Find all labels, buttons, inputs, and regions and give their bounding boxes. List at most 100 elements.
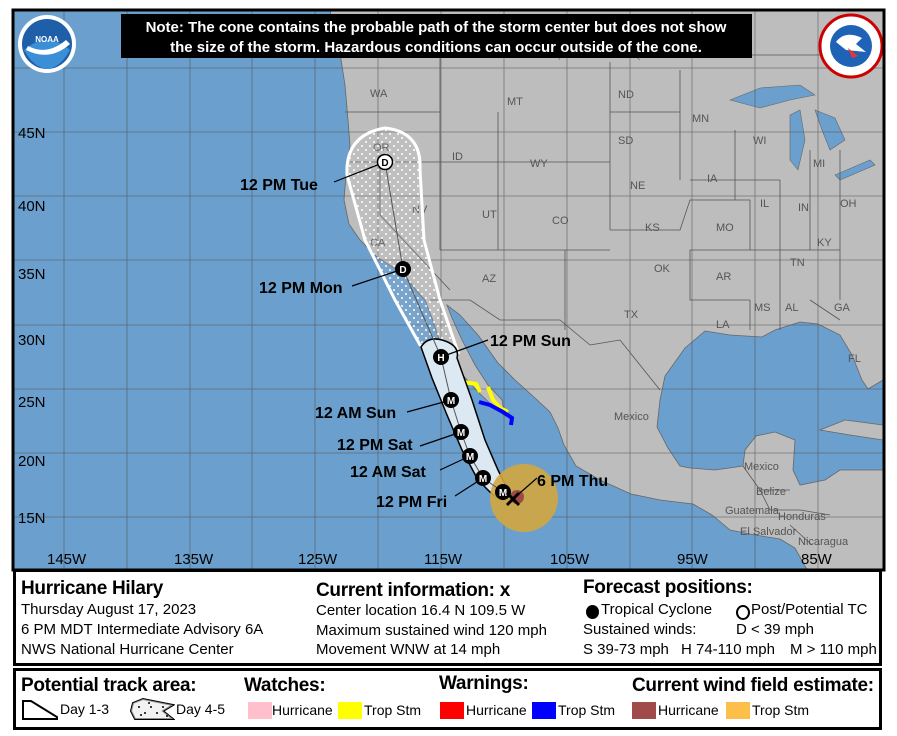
label-12pm-mon: 12 PM Mon	[259, 280, 343, 297]
svg-text:NOAA: NOAA	[35, 35, 59, 44]
hurricane-wind-swatch	[632, 702, 656, 719]
advisory-title: 6 PM MDT Intermediate Advisory 6A	[21, 621, 264, 638]
wind-field-title: Current wind field estimate:	[632, 675, 874, 696]
ts-watch-swatch	[338, 702, 362, 719]
state-label: MS	[754, 302, 771, 314]
state-label: SD	[618, 135, 633, 147]
state-label: MT	[507, 96, 523, 108]
lat-label: 35N	[18, 266, 46, 283]
label-12pm-sat: 12 PM Sat	[337, 437, 413, 454]
svg-text:D: D	[399, 265, 406, 276]
lon-label: 135W	[174, 551, 214, 568]
lat-label: 20N	[18, 453, 46, 470]
state-label: GA	[834, 302, 851, 314]
ts-warning-label: Trop Stm	[558, 702, 616, 718]
lon-label: 115W	[424, 551, 463, 568]
ts-wind-label: Trop Stm	[752, 702, 810, 718]
storm-name: Hurricane Hilary	[21, 578, 163, 599]
m-scale: M > 110 mph	[790, 641, 877, 658]
state-label: AR	[716, 271, 731, 283]
svg-text:H: H	[437, 353, 444, 364]
forecast-point-12pm-sun: H	[433, 349, 449, 365]
state-label: IL	[760, 198, 769, 210]
svg-text:M: M	[457, 428, 465, 439]
svg-text:D: D	[381, 158, 388, 169]
post-potential-tc-icon	[736, 605, 750, 620]
forecast-point-12pm-mon: D	[395, 261, 411, 277]
state-label: OH	[840, 198, 857, 210]
country-label: Honduras	[778, 511, 826, 523]
state-label: MI	[813, 158, 825, 170]
label-12pm-sun: 12 PM Sun	[490, 333, 571, 350]
day-4-5-label: Day 4-5	[176, 701, 226, 717]
country-label: Nicaragua	[798, 536, 849, 548]
state-label: IA	[707, 173, 718, 185]
lon-label: 95W	[677, 551, 709, 568]
country-label: Guatemala	[725, 505, 780, 517]
lat-label: 45N	[18, 125, 46, 142]
state-label: OK	[654, 263, 671, 275]
state-label: AZ	[482, 273, 496, 285]
forecast-point-12pm-fri: M	[475, 470, 491, 486]
svg-text:M: M	[447, 396, 455, 407]
state-label: TN	[790, 257, 805, 269]
state-label: KY	[817, 237, 832, 249]
lon-label: 85W	[801, 551, 833, 568]
forecast-cone-map: WA OR ID MT ND SD WY NE UT CO KS NV CA A…	[0, 0, 897, 572]
label-12pm-tue: 12 PM Tue	[240, 177, 318, 194]
hurricane-warning-label: Hurricane	[466, 702, 527, 718]
state-label: TX	[624, 309, 639, 321]
svg-text:M: M	[479, 474, 487, 485]
state-label: UT	[482, 209, 497, 221]
state-label: WY	[530, 158, 548, 170]
forecast-point-m: M	[495, 484, 511, 500]
max-wind: Maximum sustained wind 120 mph	[316, 622, 547, 639]
lon-label: 105W	[550, 551, 590, 568]
country-label: Mexico	[744, 461, 779, 473]
tropical-cyclone-icon	[586, 605, 599, 619]
state-label: WA	[370, 88, 388, 100]
label-12pm-fri: 12 PM Fri	[376, 494, 447, 511]
lat-label: 25N	[18, 394, 46, 411]
state-label: FL	[848, 353, 861, 365]
state-label: AL	[785, 302, 798, 314]
lat-label: 30N	[18, 332, 46, 349]
svg-text:M: M	[499, 488, 507, 499]
state-label: CO	[552, 215, 569, 227]
state-label: ND	[618, 89, 634, 101]
label-12am-sat: 12 AM Sat	[350, 464, 427, 481]
forecast-point-12am-sat: M	[462, 448, 478, 464]
state-label: NE	[630, 180, 645, 192]
post-potential-label: Post/Potential TC	[751, 601, 868, 618]
state-label: MO	[716, 222, 734, 234]
watches-title: Watches:	[244, 675, 326, 696]
country-label: El Salvador	[740, 526, 797, 538]
forecast-point-12pm-sat: M	[453, 424, 469, 440]
sustained-winds-label: Sustained winds:	[583, 621, 697, 638]
current-info-title: Current information: x	[316, 580, 511, 601]
center-location: Center location 16.4 N 109.5 W	[316, 602, 526, 619]
country-label: Belize	[756, 486, 786, 498]
hurricane-warning-swatch	[440, 702, 464, 719]
forecast-point-12am-sun: M	[443, 392, 459, 408]
state-label: KS	[645, 222, 660, 234]
x-mark-icon: x	[499, 580, 511, 601]
noaa-logo: NOAA	[18, 15, 76, 73]
info-panel: Hurricane Hilary Thursday August 17, 202…	[13, 569, 882, 666]
ts-warning-swatch	[532, 702, 556, 719]
state-label: WI	[753, 135, 766, 147]
ts-watch-label: Trop Stm	[364, 702, 422, 718]
day-4-5-cone-icon	[129, 697, 175, 720]
lat-label: 15N	[18, 510, 46, 527]
advisory-date: Thursday August 17, 2023	[21, 601, 197, 618]
d-scale: D < 39 mph	[736, 621, 814, 638]
tropical-cyclone-label: Tropical Cyclone	[601, 601, 713, 618]
hurricane-wind-label: Hurricane	[658, 702, 719, 718]
forecast-point-12pm-tue: D	[376, 153, 394, 171]
lon-label: 145W	[47, 551, 87, 568]
hurricane-watch-label: Hurricane	[272, 702, 333, 718]
hurricane-watch-swatch	[248, 702, 272, 719]
issuing-center: NWS National Hurricane Center	[21, 641, 234, 658]
note-line-2: the size of the storm. Hazardous conditi…	[170, 39, 702, 56]
ts-wind-swatch	[726, 702, 750, 719]
